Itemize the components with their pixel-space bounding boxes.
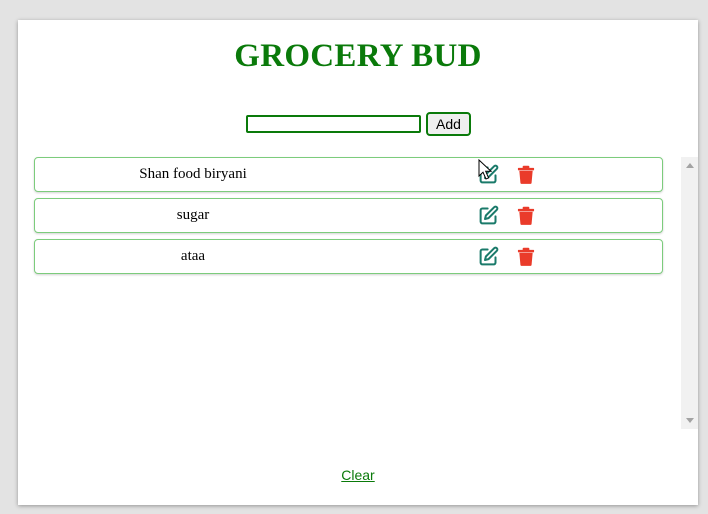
app-card: GROCERY BUD Add Shan food biryani sugar bbox=[18, 20, 698, 505]
list-item: sugar bbox=[34, 198, 663, 233]
grocery-list: Shan food biryani sugar ataa bbox=[34, 157, 664, 429]
list-item: ataa bbox=[34, 239, 663, 274]
trash-icon[interactable] bbox=[517, 247, 535, 266]
trash-icon[interactable] bbox=[517, 165, 535, 184]
edit-icon[interactable] bbox=[478, 205, 499, 226]
scroll-down-icon[interactable] bbox=[686, 418, 694, 423]
item-label: sugar bbox=[176, 207, 210, 223]
edit-icon[interactable] bbox=[478, 246, 499, 267]
clear-button[interactable]: Clear bbox=[18, 467, 698, 483]
item-input[interactable] bbox=[246, 115, 421, 133]
list-scrollbar[interactable] bbox=[681, 157, 698, 429]
scroll-up-icon[interactable] bbox=[686, 163, 694, 168]
item-label: Shan food biryani bbox=[139, 166, 247, 182]
item-label: ataa bbox=[180, 248, 206, 264]
trash-icon[interactable] bbox=[517, 206, 535, 225]
mouse-cursor-icon bbox=[478, 159, 492, 180]
add-button[interactable]: Add bbox=[426, 112, 471, 136]
list-item: Shan food biryani bbox=[34, 157, 663, 192]
app-title: GROCERY BUD bbox=[234, 38, 482, 74]
grocery-form: Add bbox=[246, 112, 471, 136]
